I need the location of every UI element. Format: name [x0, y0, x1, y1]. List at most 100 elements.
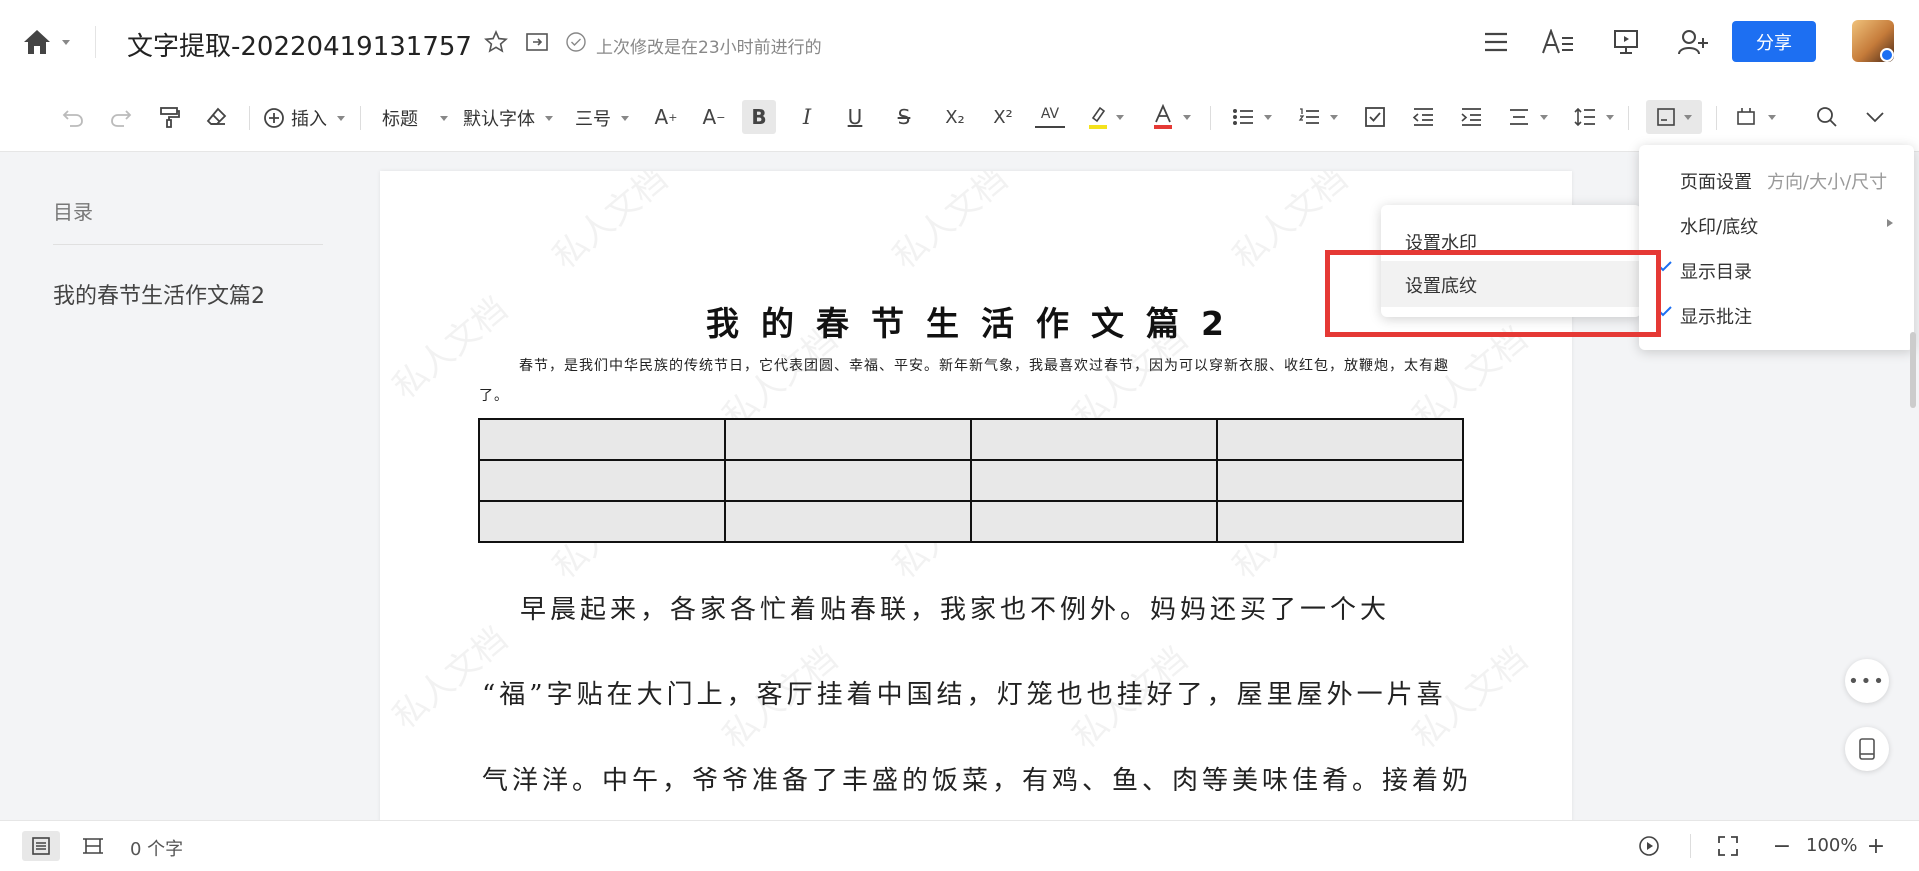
format-painter-icon[interactable] — [156, 104, 182, 130]
highlight-color-icon[interactable] — [1085, 102, 1111, 132]
plugin-icon[interactable] — [1733, 104, 1759, 130]
numbered-list-icon[interactable] — [1296, 104, 1322, 130]
collapse-toolbar-icon[interactable] — [1862, 104, 1888, 130]
zoom-in-icon[interactable]: + — [1864, 833, 1888, 859]
document-title[interactable]: 文字提取-20220419131757 — [127, 26, 472, 63]
search-icon[interactable] — [1814, 104, 1840, 130]
document-table[interactable] — [478, 418, 1464, 543]
underline-icon[interactable]: U — [842, 104, 868, 130]
divider — [1716, 106, 1717, 130]
divider — [1628, 106, 1629, 130]
indent-icon[interactable] — [1458, 104, 1484, 130]
watermark-text: 私人文档 — [545, 171, 676, 278]
toc-divider — [53, 244, 323, 245]
font-family-label: 默认字体 — [463, 109, 535, 130]
plugin-dropdown-icon[interactable] — [1766, 112, 1778, 122]
insert-label: 插入 — [291, 109, 327, 130]
highlight-dropdown-icon[interactable] — [1114, 112, 1126, 122]
font-family-select[interactable]: 默认字体 — [463, 105, 553, 131]
bullet-list-dropdown-icon[interactable] — [1262, 112, 1274, 122]
font-color-dropdown-icon[interactable] — [1181, 112, 1193, 122]
table-cell[interactable] — [1216, 418, 1464, 461]
table-cell[interactable] — [478, 500, 726, 543]
play-icon[interactable] — [1636, 833, 1662, 859]
mobile-view-button[interactable] — [1845, 727, 1889, 771]
italic-icon[interactable]: I — [794, 104, 820, 130]
table-cell[interactable] — [1216, 500, 1464, 543]
text-style-icon[interactable] — [1540, 26, 1576, 58]
home-icon[interactable] — [20, 26, 54, 58]
add-collaborator-icon[interactable] — [1676, 26, 1710, 58]
superscript-icon[interactable]: X² — [988, 104, 1018, 130]
char-spacing-icon[interactable]: AV — [1035, 102, 1065, 128]
table-cell[interactable] — [724, 500, 972, 543]
redo-icon[interactable] — [108, 104, 134, 130]
more-options-button[interactable]: ••• — [1845, 659, 1889, 703]
table-cell[interactable] — [970, 459, 1218, 502]
page-setup-item[interactable]: 页面设置 — [1680, 168, 1752, 194]
font-color-icon[interactable] — [1150, 102, 1176, 132]
table-cell[interactable] — [478, 459, 726, 502]
move-folder-icon[interactable] — [523, 28, 551, 56]
subscript-icon[interactable]: X₂ — [940, 104, 970, 130]
table-cell[interactable] — [724, 418, 972, 461]
more-icon: ••• — [1848, 670, 1886, 692]
font-size-select[interactable]: 三号 — [575, 105, 629, 131]
highlight-box — [1325, 250, 1661, 337]
clear-format-icon[interactable] — [203, 104, 229, 130]
checklist-icon[interactable] — [1362, 104, 1388, 130]
submenu-arrow-icon — [1884, 217, 1896, 229]
share-button[interactable]: 分享 — [1732, 21, 1816, 62]
table-cell[interactable] — [970, 500, 1218, 543]
outline-view-button[interactable] — [22, 831, 60, 861]
font-size-label: 三号 — [575, 109, 611, 130]
last-modified-text: 上次修改是在23小时前进行的 — [596, 38, 822, 58]
align-dropdown-icon[interactable] — [1538, 112, 1550, 122]
show-toc-item[interactable]: 显示目录 — [1680, 258, 1752, 284]
bold-icon[interactable]: B — [742, 100, 776, 134]
page-width-icon[interactable] — [80, 834, 106, 858]
avatar[interactable] — [1852, 20, 1894, 62]
increase-font-icon[interactable]: A + — [652, 104, 680, 130]
body-paragraph-line[interactable]: “福”字贴在大门上，客厅挂着中国结，灯笼也也挂好了，屋里屋外一片喜 — [482, 674, 1482, 711]
watermark-shading-item[interactable]: 水印/底纹 — [1680, 213, 1758, 239]
toc-item[interactable]: 我的春节生活作文篇2 — [53, 278, 265, 310]
divider — [249, 106, 250, 130]
table-cell[interactable] — [970, 418, 1218, 461]
word-count: 0 个字 — [130, 839, 184, 860]
numbered-list-dropdown-icon[interactable] — [1328, 112, 1340, 122]
zoom-level[interactable]: 100% — [1806, 835, 1857, 856]
bullet-list-icon[interactable] — [1230, 104, 1256, 130]
list-view-icon — [31, 836, 51, 856]
divider — [1690, 834, 1691, 858]
decrease-font-icon[interactable]: A − — [700, 104, 728, 130]
undo-icon[interactable] — [60, 104, 86, 130]
watermark-text: 私人文档 — [885, 171, 1016, 278]
table-cell[interactable] — [1216, 459, 1464, 502]
zoom-out-icon[interactable]: − — [1770, 833, 1794, 859]
line-spacing-icon[interactable] — [1572, 104, 1598, 130]
line-spacing-dropdown-icon[interactable] — [1604, 112, 1616, 122]
align-icon[interactable] — [1506, 104, 1532, 130]
vertical-scrollbar[interactable] — [1910, 332, 1916, 408]
star-icon[interactable] — [482, 28, 510, 56]
outdent-icon[interactable] — [1410, 104, 1436, 130]
insert-button[interactable]: 插入 — [263, 105, 345, 131]
table-cell[interactable] — [724, 459, 972, 502]
show-comments-item[interactable]: 显示批注 — [1680, 303, 1752, 329]
strikethrough-icon[interactable]: S — [891, 104, 917, 130]
page-settings-menu: 页面设置 方向/大小/尺寸 水印/底纹 显示目录 显示批注 — [1639, 145, 1914, 350]
divider — [360, 106, 361, 130]
heading-select[interactable]: 标题 — [382, 105, 448, 131]
present-icon[interactable] — [1610, 26, 1642, 58]
body-paragraph-line[interactable]: 气洋洋。中午，爷爷准备了丰盛的饭菜，有鸡、鱼、肉等美味佳肴。接着奶 — [482, 760, 1482, 797]
menu-icon[interactable] — [1480, 26, 1512, 58]
fullscreen-icon[interactable] — [1715, 833, 1741, 859]
page-setup-hint: 方向/大小/尺寸 — [1767, 172, 1888, 193]
body-paragraph-line[interactable]: 早晨起来，各家各忙着贴春联，我家也不例外。妈妈还买了一个大 — [520, 589, 1520, 626]
table-cell[interactable] — [478, 418, 726, 461]
heading-label: 标题 — [382, 109, 418, 130]
home-dropdown-icon[interactable] — [60, 36, 72, 48]
page-layout-button[interactable] — [1646, 100, 1702, 134]
document-intro-paragraph[interactable]: 春节，是我们中华民族的传统节日，它代表团圆、幸福、平安。新年新气象，我最喜欢过春… — [479, 351, 1459, 411]
